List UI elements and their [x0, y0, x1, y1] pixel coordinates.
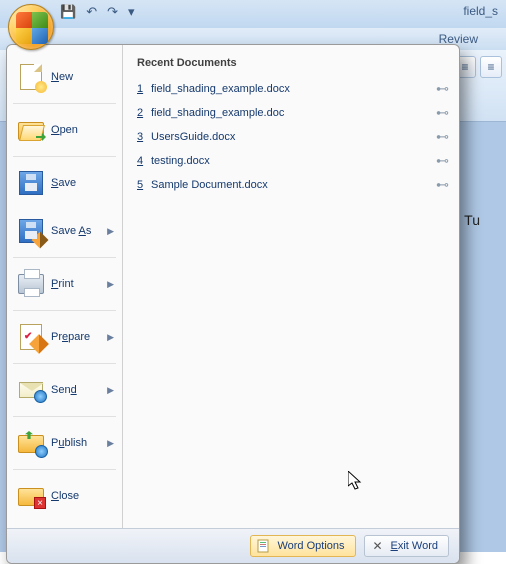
menu-publish[interactable]: Publish▶: [7, 419, 122, 467]
exit-word-label: Exit Word: [391, 540, 438, 552]
office-logo-icon: [16, 12, 48, 44]
word-options-button[interactable]: Word Options: [250, 535, 355, 557]
print-icon: [17, 270, 45, 298]
prepare-icon: ✔: [17, 323, 45, 351]
title-bar: 💾 ↶ ↷ ▾ field_s: [0, 0, 506, 28]
chevron-right-icon: ▶: [107, 279, 114, 290]
qat-undo-icon[interactable]: ↶: [86, 4, 97, 20]
qat-more-icon[interactable]: ▾: [128, 4, 135, 20]
save-as-icon: [17, 217, 45, 245]
chevron-right-icon: ▶: [107, 226, 114, 237]
menu-new[interactable]: New: [7, 53, 122, 101]
recent-doc-3[interactable]: 3 UsersGuide.docx ⊷: [137, 125, 449, 149]
save-icon: [17, 169, 45, 197]
pin-icon[interactable]: ⊷: [436, 81, 449, 97]
menu-save-as[interactable]: Save As▶: [7, 207, 122, 255]
menu-save[interactable]: Save: [7, 159, 122, 207]
recent-doc-5[interactable]: 5 Sample Document.docx ⊷: [137, 173, 449, 197]
recent-documents-header: Recent Documents: [137, 57, 449, 69]
window-title: field_s: [463, 4, 498, 18]
word-options-label: Word Options: [277, 540, 344, 552]
recent-doc-1[interactable]: 1 field_shading_example.docx ⊷: [137, 77, 449, 101]
pin-icon[interactable]: ⊷: [436, 105, 449, 121]
pin-icon[interactable]: ⊷: [436, 129, 449, 145]
send-icon: [17, 376, 45, 404]
office-menu-footer: Word Options ✕ Exit Word: [7, 528, 459, 563]
publish-icon: [17, 429, 45, 457]
quick-access-toolbar: 💾 ↶ ↷ ▾: [60, 4, 135, 20]
office-button[interactable]: [8, 4, 54, 50]
office-menu-commands: New Open Save Save As▶ Print▶: [7, 45, 123, 528]
open-icon: [17, 116, 45, 144]
chevron-right-icon: ▶: [107, 438, 114, 449]
exit-word-button[interactable]: ✕ Exit Word: [364, 535, 449, 557]
menu-close[interactable]: × Close: [7, 472, 122, 520]
menu-open[interactable]: Open: [7, 106, 122, 154]
pin-icon[interactable]: ⊷: [436, 153, 449, 169]
chevron-right-icon: ▶: [107, 332, 114, 343]
recent-doc-4[interactable]: 4 testing.docx ⊷: [137, 149, 449, 173]
qat-save-icon[interactable]: 💾: [60, 4, 76, 20]
menu-send[interactable]: Send▶: [7, 366, 122, 414]
menu-prepare[interactable]: ✔ Prepare▶: [7, 313, 122, 361]
new-icon: [17, 63, 45, 91]
exit-icon: ✕: [371, 539, 385, 553]
menu-print[interactable]: Print▶: [7, 260, 122, 308]
recent-documents-panel: Recent Documents 1 field_shading_example…: [123, 45, 459, 528]
options-icon: [257, 539, 271, 553]
close-icon: ×: [17, 482, 45, 510]
pin-icon[interactable]: ⊷: [436, 177, 449, 193]
office-menu: New Open Save Save As▶ Print▶: [6, 44, 460, 564]
chevron-right-icon: ▶: [107, 385, 114, 396]
qat-redo-icon[interactable]: ↷: [107, 4, 118, 20]
align-right-button[interactable]: ≡: [480, 56, 502, 78]
recent-doc-2[interactable]: 2 field_shading_example.doc ⊷: [137, 101, 449, 125]
